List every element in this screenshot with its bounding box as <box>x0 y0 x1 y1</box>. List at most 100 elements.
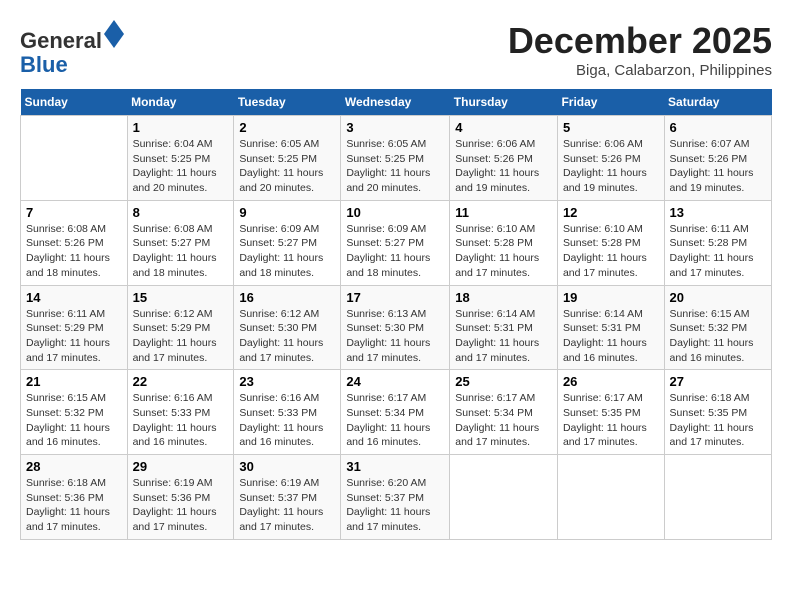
day-number: 8 <box>133 205 229 220</box>
day-number: 22 <box>133 374 229 389</box>
day-info: Sunrise: 6:11 AMSunset: 5:28 PMDaylight:… <box>670 222 766 281</box>
day-info: Sunrise: 6:10 AMSunset: 5:28 PMDaylight:… <box>455 222 552 281</box>
calendar-day-cell: 23 Sunrise: 6:16 AMSunset: 5:33 PMDayligh… <box>234 370 341 455</box>
month-title: December 2025 <box>508 20 772 62</box>
calendar-day-cell: 3 Sunrise: 6:05 AMSunset: 5:25 PMDaylight… <box>341 116 450 201</box>
day-info: Sunrise: 6:14 AMSunset: 5:31 PMDaylight:… <box>563 307 659 366</box>
calendar-day-cell: 2 Sunrise: 6:05 AMSunset: 5:25 PMDaylight… <box>234 116 341 201</box>
logo-blue-text: Blue <box>20 52 68 77</box>
day-number: 21 <box>26 374 122 389</box>
day-number: 4 <box>455 120 552 135</box>
calendar-day-cell: 6 Sunrise: 6:07 AMSunset: 5:26 PMDaylight… <box>664 116 771 201</box>
day-info: Sunrise: 6:17 AMSunset: 5:34 PMDaylight:… <box>346 391 444 450</box>
day-info: Sunrise: 6:12 AMSunset: 5:29 PMDaylight:… <box>133 307 229 366</box>
day-number: 26 <box>563 374 659 389</box>
calendar-day-cell: 25 Sunrise: 6:17 AMSunset: 5:34 PMDayligh… <box>450 370 558 455</box>
weekday-header-cell: Wednesday <box>341 89 450 116</box>
calendar-week-row: 7Sunrise: 6:08 AMSunset: 5:26 PMDaylight… <box>21 200 772 285</box>
day-info: Sunrise: 6:15 AMSunset: 5:32 PMDaylight:… <box>26 391 122 450</box>
calendar-day-cell <box>664 455 771 540</box>
calendar-day-cell: 13 Sunrise: 6:11 AMSunset: 5:28 PMDayligh… <box>664 200 771 285</box>
title-area: December 2025 Biga, Calabarzon, Philippi… <box>508 20 772 79</box>
calendar-body: 1 Sunrise: 6:04 AMSunset: 5:25 PMDaylight… <box>21 116 772 540</box>
calendar-day-cell: 27 Sunrise: 6:18 AMSunset: 5:35 PMDayligh… <box>664 370 771 455</box>
calendar-day-cell: 26Sunrise: 6:17 AMSunset: 5:35 PMDayligh… <box>557 370 664 455</box>
calendar-week-row: 28Sunrise: 6:18 AMSunset: 5:36 PMDayligh… <box>21 455 772 540</box>
weekday-header-cell: Tuesday <box>234 89 341 116</box>
calendar-day-cell: 17 Sunrise: 6:13 AMSunset: 5:30 PMDayligh… <box>341 285 450 370</box>
day-number: 31 <box>346 459 444 474</box>
day-number: 6 <box>670 120 766 135</box>
calendar-day-cell: 30 Sunrise: 6:19 AMSunset: 5:37 PMDayligh… <box>234 455 341 540</box>
day-info: Sunrise: 6:05 AMSunset: 5:25 PMDaylight:… <box>346 137 444 196</box>
calendar-day-cell: 18Sunrise: 6:14 AMSunset: 5:31 PMDayligh… <box>450 285 558 370</box>
day-info: Sunrise: 6:09 AMSunset: 5:27 PMDaylight:… <box>346 222 444 281</box>
calendar-day-cell: 20 Sunrise: 6:15 AMSunset: 5:32 PMDayligh… <box>664 285 771 370</box>
day-number: 24 <box>346 374 444 389</box>
day-number: 17 <box>346 290 444 305</box>
calendar-day-cell <box>21 116 128 201</box>
weekday-header-cell: Thursday <box>450 89 558 116</box>
calendar-day-cell: 19Sunrise: 6:14 AMSunset: 5:31 PMDayligh… <box>557 285 664 370</box>
day-info: Sunrise: 6:04 AMSunset: 5:25 PMDaylight:… <box>133 137 229 196</box>
day-info: Sunrise: 6:19 AMSunset: 5:37 PMDaylight:… <box>239 476 335 535</box>
calendar-day-cell: 28Sunrise: 6:18 AMSunset: 5:36 PMDayligh… <box>21 455 128 540</box>
calendar-day-cell: 24 Sunrise: 6:17 AMSunset: 5:34 PMDayligh… <box>341 370 450 455</box>
day-info: Sunrise: 6:11 AMSunset: 5:29 PMDaylight:… <box>26 307 122 366</box>
weekday-header-cell: Sunday <box>21 89 128 116</box>
page-header: General Blue December 2025 Biga, Calabar… <box>20 20 772 79</box>
day-info: Sunrise: 6:20 AMSunset: 5:37 PMDaylight:… <box>346 476 444 535</box>
day-info: Sunrise: 6:10 AMSunset: 5:28 PMDaylight:… <box>563 222 659 281</box>
day-number: 30 <box>239 459 335 474</box>
day-number: 23 <box>239 374 335 389</box>
calendar-week-row: 14Sunrise: 6:11 AMSunset: 5:29 PMDayligh… <box>21 285 772 370</box>
day-number: 20 <box>670 290 766 305</box>
day-info: Sunrise: 6:09 AMSunset: 5:27 PMDaylight:… <box>239 222 335 281</box>
day-info: Sunrise: 6:07 AMSunset: 5:26 PMDaylight:… <box>670 137 766 196</box>
weekday-header-row: SundayMondayTuesdayWednesdayThursdayFrid… <box>21 89 772 116</box>
day-info: Sunrise: 6:15 AMSunset: 5:32 PMDaylight:… <box>670 307 766 366</box>
day-number: 25 <box>455 374 552 389</box>
calendar-day-cell: 10 Sunrise: 6:09 AMSunset: 5:27 PMDayligh… <box>341 200 450 285</box>
calendar-day-cell: 15 Sunrise: 6:12 AMSunset: 5:29 PMDayligh… <box>127 285 234 370</box>
day-info: Sunrise: 6:16 AMSunset: 5:33 PMDaylight:… <box>239 391 335 450</box>
calendar-day-cell: 8 Sunrise: 6:08 AMSunset: 5:27 PMDaylight… <box>127 200 234 285</box>
day-info: Sunrise: 6:19 AMSunset: 5:36 PMDaylight:… <box>133 476 229 535</box>
day-number: 27 <box>670 374 766 389</box>
day-info: Sunrise: 6:16 AMSunset: 5:33 PMDaylight:… <box>133 391 229 450</box>
day-number: 5 <box>563 120 659 135</box>
calendar-table: SundayMondayTuesdayWednesdayThursdayFrid… <box>20 89 772 540</box>
calendar-day-cell: 22 Sunrise: 6:16 AMSunset: 5:33 PMDayligh… <box>127 370 234 455</box>
day-info: Sunrise: 6:08 AMSunset: 5:27 PMDaylight:… <box>133 222 229 281</box>
day-number: 29 <box>133 459 229 474</box>
calendar-day-cell: 29 Sunrise: 6:19 AMSunset: 5:36 PMDayligh… <box>127 455 234 540</box>
day-info: Sunrise: 6:05 AMSunset: 5:25 PMDaylight:… <box>239 137 335 196</box>
day-number: 9 <box>239 205 335 220</box>
day-number: 13 <box>670 205 766 220</box>
calendar-day-cell: 9 Sunrise: 6:09 AMSunset: 5:27 PMDaylight… <box>234 200 341 285</box>
day-number: 10 <box>346 205 444 220</box>
day-number: 16 <box>239 290 335 305</box>
day-number: 1 <box>133 120 229 135</box>
calendar-day-cell: 7Sunrise: 6:08 AMSunset: 5:26 PMDaylight… <box>21 200 128 285</box>
weekday-header-cell: Monday <box>127 89 234 116</box>
day-number: 28 <box>26 459 122 474</box>
day-info: Sunrise: 6:06 AMSunset: 5:26 PMDaylight:… <box>455 137 552 196</box>
day-info: Sunrise: 6:17 AMSunset: 5:34 PMDaylight:… <box>455 391 552 450</box>
calendar-day-cell: 12Sunrise: 6:10 AMSunset: 5:28 PMDayligh… <box>557 200 664 285</box>
day-number: 2 <box>239 120 335 135</box>
day-number: 3 <box>346 120 444 135</box>
calendar-day-cell: 16 Sunrise: 6:12 AMSunset: 5:30 PMDayligh… <box>234 285 341 370</box>
logo-icon <box>104 20 124 48</box>
day-info: Sunrise: 6:18 AMSunset: 5:35 PMDaylight:… <box>670 391 766 450</box>
day-info: Sunrise: 6:12 AMSunset: 5:30 PMDaylight:… <box>239 307 335 366</box>
day-info: Sunrise: 6:06 AMSunset: 5:26 PMDaylight:… <box>563 137 659 196</box>
calendar-week-row: 1 Sunrise: 6:04 AMSunset: 5:25 PMDaylight… <box>21 116 772 201</box>
location-title: Biga, Calabarzon, Philippines <box>508 62 772 79</box>
calendar-day-cell: 31 Sunrise: 6:20 AMSunset: 5:37 PMDayligh… <box>341 455 450 540</box>
day-info: Sunrise: 6:13 AMSunset: 5:30 PMDaylight:… <box>346 307 444 366</box>
day-number: 15 <box>133 290 229 305</box>
calendar-day-cell: 4 Sunrise: 6:06 AMSunset: 5:26 PMDaylight… <box>450 116 558 201</box>
calendar-day-cell: 21 Sunrise: 6:15 AMSunset: 5:32 PMDayligh… <box>21 370 128 455</box>
day-info: Sunrise: 6:14 AMSunset: 5:31 PMDaylight:… <box>455 307 552 366</box>
